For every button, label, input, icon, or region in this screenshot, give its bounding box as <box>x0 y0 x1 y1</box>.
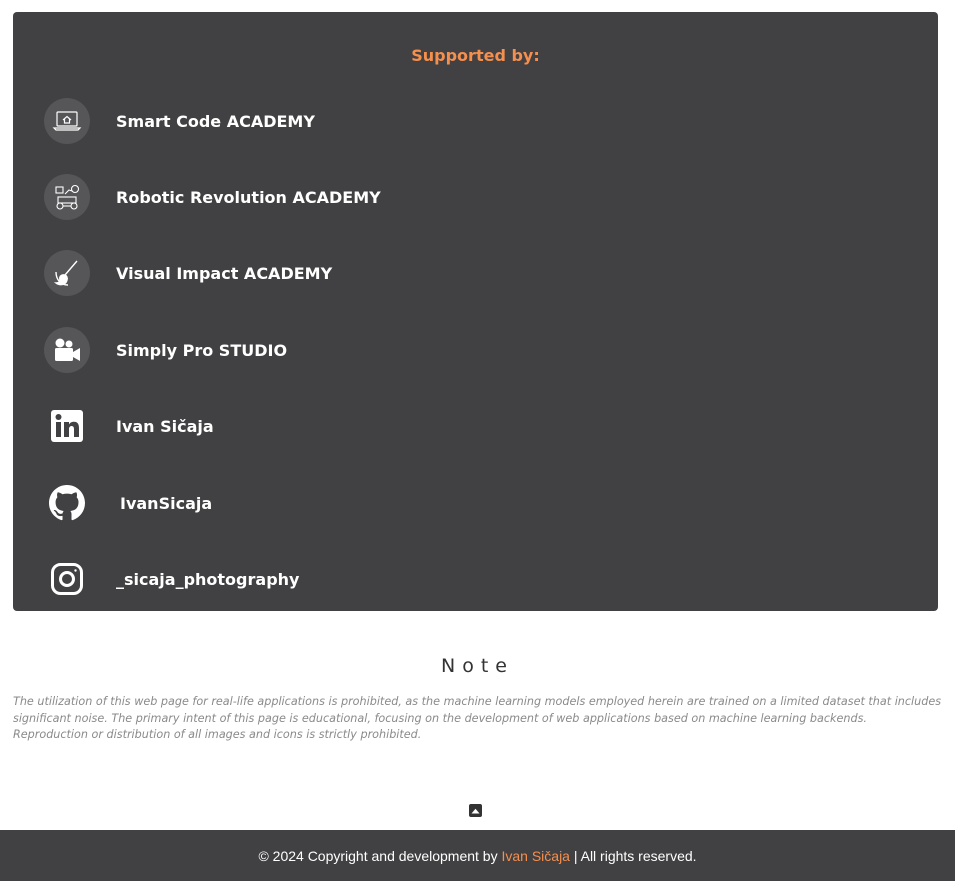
item-label: Robotic Revolution ACADEMY <box>116 187 381 207</box>
smart-code-academy-link[interactable]: Smart Code ACADEMY <box>44 98 315 144</box>
note-title: Note <box>441 655 514 677</box>
simply-pro-studio-link[interactable]: Simply Pro STUDIO <box>44 327 287 373</box>
instagram-link[interactable]: _sicaja_photography <box>44 556 299 602</box>
brush-icon <box>44 250 90 296</box>
footer: © 2024 Copyright and development by Ivan… <box>0 830 955 881</box>
footer-copyright: © 2024 Copyright and development by <box>258 847 502 864</box>
robot-icon <box>44 174 90 220</box>
item-label: IvanSicaja <box>120 493 213 513</box>
note-text: The utilization of this web page for rea… <box>13 695 942 741</box>
github-icon <box>44 480 90 526</box>
robotic-revolution-academy-link[interactable]: Robotic Revolution ACADEMY <box>44 174 381 220</box>
supported-by-panel: Supported by: Smart Code ACADEMY Robotic… <box>13 12 938 611</box>
linkedin-icon <box>44 403 90 449</box>
item-label: Ivan Sičaja <box>116 416 214 436</box>
instagram-icon <box>44 556 90 602</box>
visual-impact-academy-link[interactable]: Visual Impact ACADEMY <box>44 250 332 296</box>
item-label: _sicaja_photography <box>116 569 300 589</box>
item-label: Smart Code ACADEMY <box>116 111 315 131</box>
video-camera-icon <box>44 327 90 373</box>
footer-rights: | All rights reserved. <box>569 847 697 864</box>
footer-author-link[interactable]: Ivan Sičaja <box>501 848 569 864</box>
linkedin-link[interactable]: Ivan Sičaja <box>44 403 214 449</box>
github-link[interactable]: IvanSicaja <box>44 480 212 526</box>
item-label: Visual Impact ACADEMY <box>116 263 333 283</box>
caret-up-icon <box>471 808 480 813</box>
scroll-to-top-button[interactable] <box>469 804 482 817</box>
laptop-home-icon <box>44 98 90 144</box>
item-label: Simply Pro STUDIO <box>116 340 288 360</box>
supported-by-title: Supported by: <box>411 46 540 65</box>
